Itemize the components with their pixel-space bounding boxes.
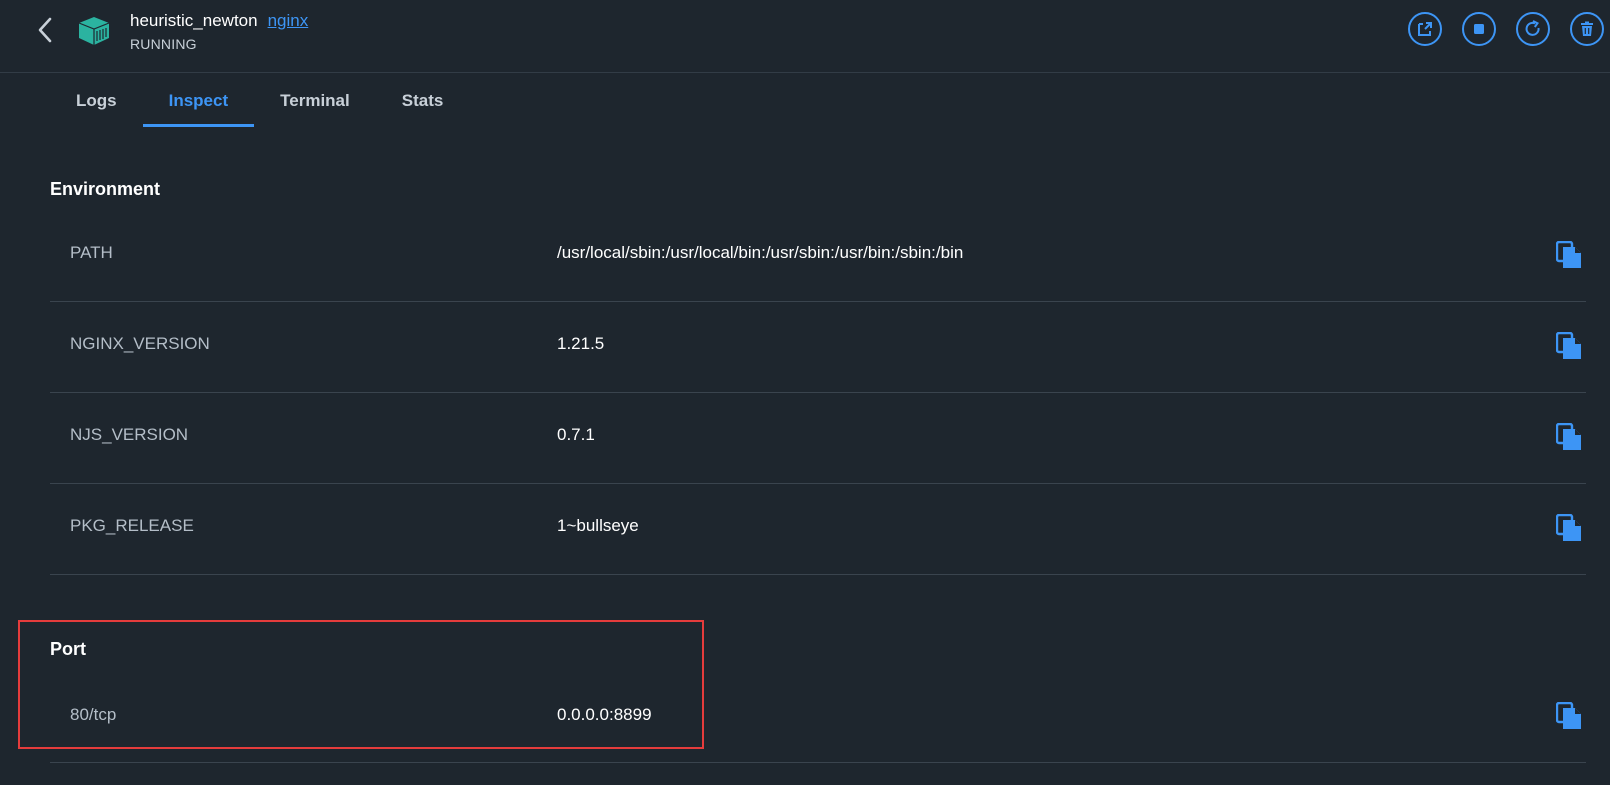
port-key: 80/tcp [70, 705, 117, 724]
container-status: RUNNING [130, 36, 197, 52]
tab-stats[interactable]: Stats [376, 73, 470, 127]
delete-icon [1581, 21, 1593, 36]
container-icon [78, 17, 110, 45]
port-section-title: Port [50, 639, 86, 659]
port-value: 0.0.0.0:8899 [557, 705, 652, 724]
env-key: PATH [70, 243, 113, 262]
port-row: 80/tcp 0.0.0.0:8899 [50, 690, 1586, 763]
env-value: /usr/local/sbin:/usr/local/bin:/usr/sbin… [557, 243, 964, 262]
open-in-browser-icon [1418, 22, 1432, 36]
env-key: NJS_VERSION [70, 425, 189, 444]
env-row-path: PATH /usr/local/sbin:/usr/local/bin:/usr… [50, 211, 1586, 302]
copy-icon[interactable] [1556, 702, 1582, 730]
env-key: NGINX_VERSION [70, 334, 210, 353]
tab-logs[interactable]: Logs [50, 73, 143, 127]
tab-bar: Logs Inspect Terminal Stats [50, 73, 469, 127]
chevron-left-icon [38, 17, 52, 43]
container-name: heuristic_newton [130, 11, 258, 30]
env-key: PKG_RELEASE [70, 516, 194, 535]
image-link[interactable]: nginx [268, 11, 309, 31]
tab-terminal[interactable]: Terminal [254, 73, 376, 127]
restart-button[interactable] [1516, 12, 1550, 46]
env-row-njs-version: NJS_VERSION 0.7.1 [50, 393, 1586, 484]
restart-icon [1525, 20, 1540, 36]
tab-inspect[interactable]: Inspect [142, 73, 255, 127]
container-title-block: heuristic_newton nginx RUNNING [130, 11, 308, 52]
env-row-nginx-version: NGINX_VERSION 1.21.5 [50, 302, 1586, 393]
back-button[interactable] [30, 14, 60, 46]
environment-list: PATH /usr/local/sbin:/usr/local/bin:/usr… [50, 211, 1586, 575]
container-actions [1408, 12, 1604, 46]
stop-icon [1474, 24, 1484, 34]
environment-section-title: Environment [50, 179, 161, 199]
env-value: 1.21.5 [557, 334, 605, 353]
container-header: heuristic_newton nginx RUNNING [0, 0, 1610, 73]
open-in-browser-button[interactable] [1408, 12, 1442, 46]
copy-icon[interactable] [1556, 332, 1582, 360]
env-row-pkg-release: PKG_RELEASE 1~bullseye [50, 484, 1586, 575]
copy-icon[interactable] [1556, 423, 1582, 451]
copy-icon[interactable] [1556, 241, 1582, 269]
copy-icon[interactable] [1556, 514, 1582, 542]
delete-button[interactable] [1570, 12, 1604, 46]
env-value: 1~bullseye [557, 516, 639, 535]
env-value: 0.7.1 [557, 425, 595, 444]
stop-button[interactable] [1462, 12, 1496, 46]
